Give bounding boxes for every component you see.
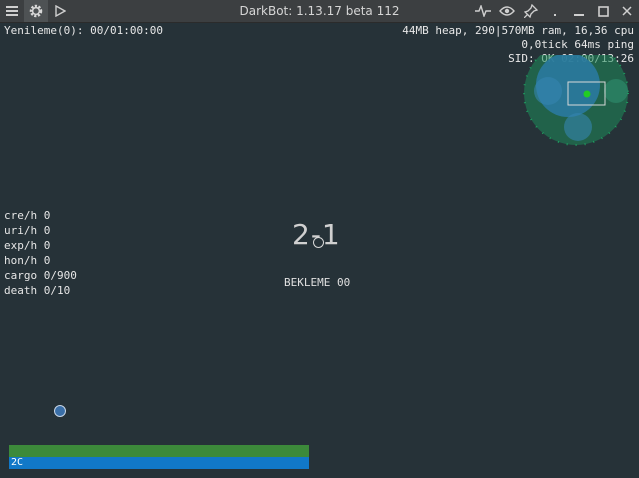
minimize-line-icon[interactable] [567,0,591,22]
stat-hon: hon/h 0 [4,254,51,267]
stats-panel: cre/h 0 uri/h 0 exp/h 0 hon/h 0 cargo 0/… [4,208,77,298]
maximize-icon[interactable] [591,0,615,22]
hero-marker [313,237,324,248]
pet-marker [54,405,66,417]
tick-ping: 0,0tick 64ms ping [521,38,634,51]
minimap [523,55,629,146]
zone-sub-circle [604,79,628,103]
minimize-icon[interactable] [543,0,567,22]
stat-cre: cre/h 0 [4,209,51,222]
stat-uri: uri/h 0 [4,224,51,237]
play-icon[interactable] [48,0,72,22]
eye-icon[interactable] [495,0,519,22]
refresh-timer: Yenileme(0): 00/01:00:00 [4,24,163,37]
hero-dot [583,90,591,98]
hp-bar [9,445,309,457]
stat-exp: exp/h 0 [4,239,51,252]
stat-cargo: cargo 0/900 [4,269,77,282]
gear-icon[interactable] [24,0,48,22]
pulse-icon[interactable] [471,0,495,22]
stat-death: death 0/10 [4,284,71,297]
shield-bar [9,457,309,469]
ship-bar-label: 2C [11,457,24,468]
bot-status: BEKLEME 00 [284,276,351,289]
pin-icon[interactable] [519,0,543,22]
base-sub-circle [564,113,592,141]
base-sub-circle [534,77,562,105]
title-bar: DarkBot: 1.13.17 beta 112 [0,0,639,23]
memory-usage: 44MB heap, 290|570MB ram, 16,36 cpu [402,24,634,37]
close-icon[interactable] [615,0,639,22]
hamburger-icon[interactable] [0,0,24,22]
